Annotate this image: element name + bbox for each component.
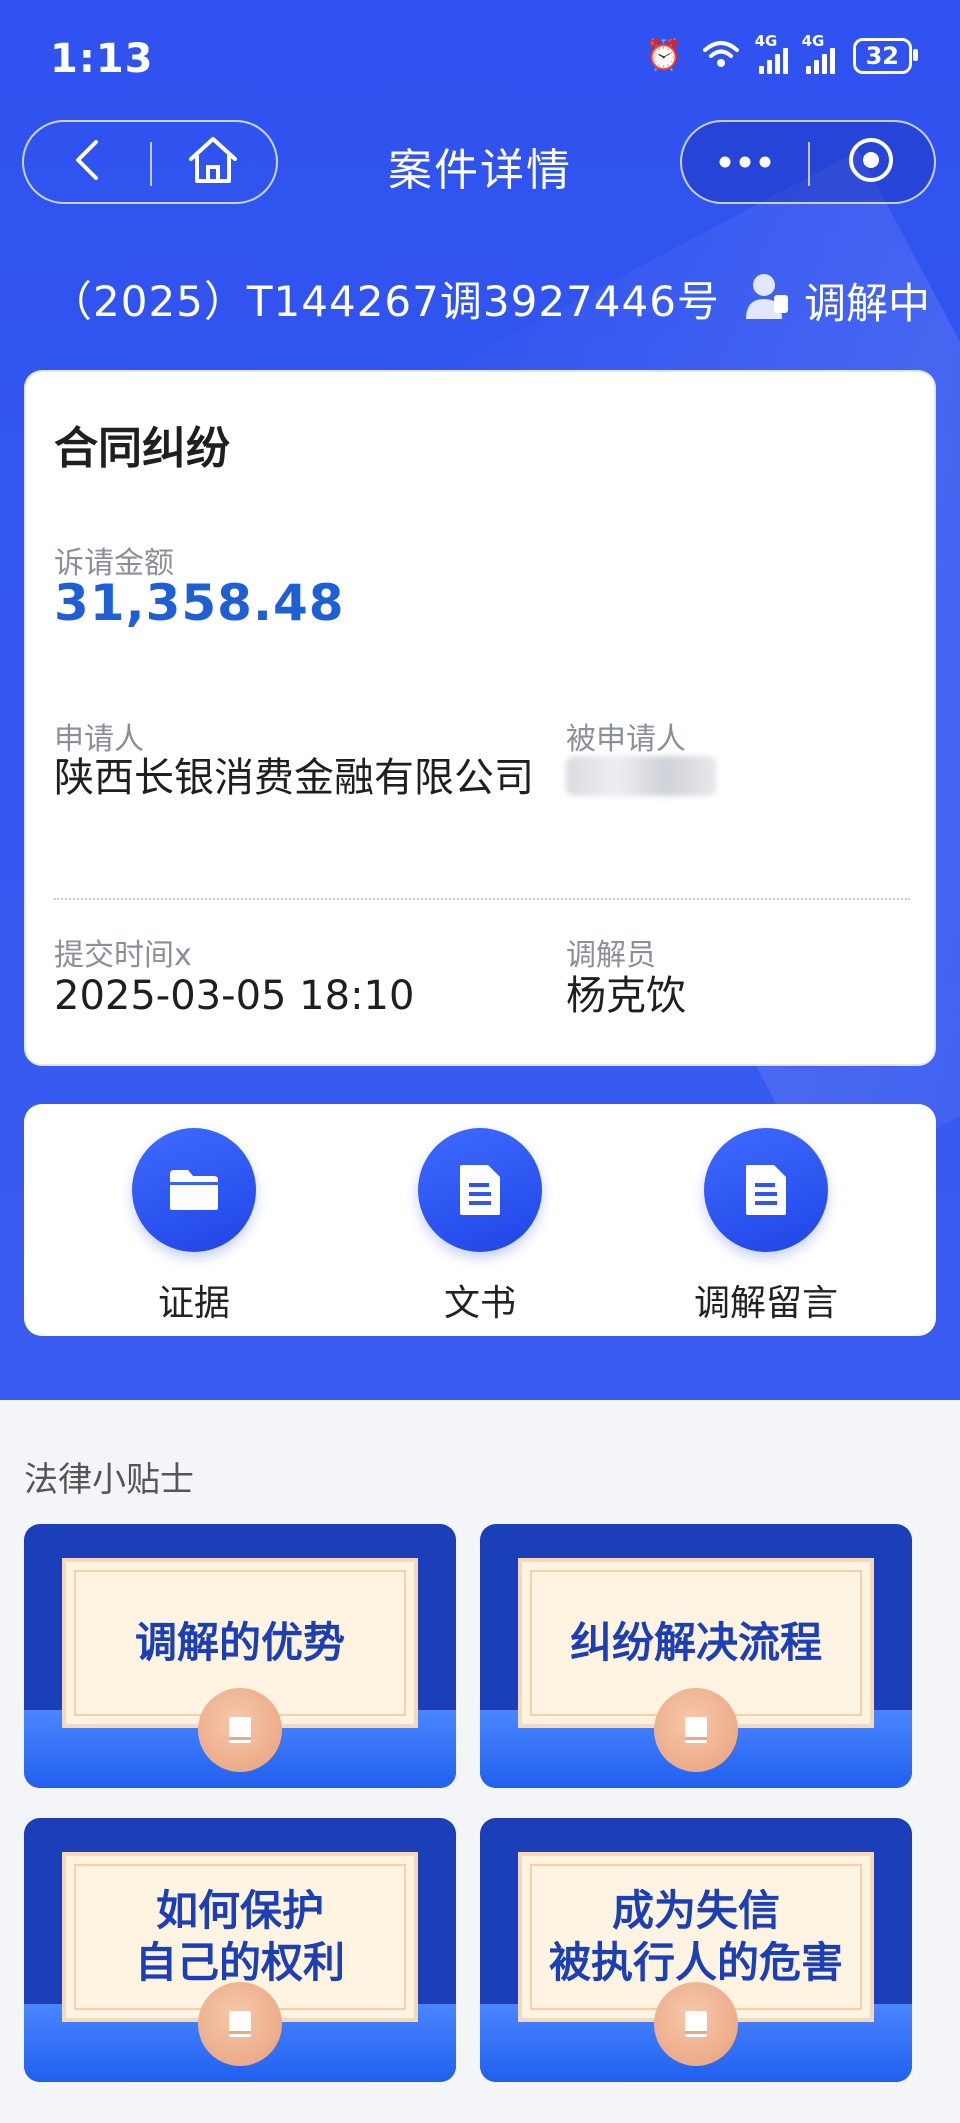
evidence-label: 证据 (157, 1283, 230, 1324)
case-info-card: 合同纠纷 诉请金额 31,358.48 申请人 陕西长银消费金融有限公司 被申请… (24, 370, 936, 1066)
target-icon (847, 136, 895, 188)
mediation-message-label: 调解留言 (693, 1283, 838, 1324)
applicant-value: 陕西长银消费金融有限公司 (54, 755, 534, 801)
wifi-icon (701, 38, 741, 74)
tip-title: 如何保护 自己的权利 (134, 1886, 345, 1987)
claim-amount: 31,358.48 (54, 574, 345, 632)
submit-time-value: 2025-03-05 18:10 (54, 973, 415, 1019)
status-icons: ⏰ 4G 4G 32 (645, 32, 919, 74)
network-type: 4G (754, 32, 778, 50)
documents-label: 文书 (443, 1283, 516, 1324)
respondent-label: 被申请人 (566, 722, 686, 757)
nav-capsule-right (680, 120, 936, 204)
folder-icon (132, 1128, 256, 1252)
nav-bar: 案件详情 (0, 120, 960, 220)
book-icon (654, 1982, 738, 2066)
mediator-value: 杨克饮 (566, 973, 686, 1019)
cellular-signal-icon: 4G (755, 32, 788, 74)
case-category: 合同纠纷 (54, 423, 230, 474)
book-icon (198, 1688, 282, 1772)
tip-card[interactable]: 如何保护 自己的权利 (24, 1818, 456, 2082)
divider (54, 898, 910, 900)
book-icon (198, 1982, 282, 2066)
tips-section-title: 法律小贴士 (24, 1460, 194, 1500)
document-icon (704, 1128, 828, 1252)
user-icon (744, 271, 790, 331)
battery-icon: 32 (852, 38, 919, 74)
action-card: 证据 文书 调解留言 (24, 1104, 936, 1336)
case-status-label: 调解中 (803, 279, 930, 328)
documents-button[interactable]: 文书 (360, 1128, 600, 1326)
battery-level: 32 (865, 42, 899, 70)
status-bar: 1:13 ⏰ 4G 4G 32 (0, 0, 960, 120)
status-time: 1:13 (50, 36, 154, 82)
document-icon (418, 1128, 542, 1252)
close-miniprogram-button[interactable] (808, 122, 934, 202)
submit-time-label: 提交时间x (54, 938, 192, 973)
cellular-signal-icon: 4G (802, 32, 835, 74)
alarm-icon: ⏰ (645, 38, 683, 73)
tip-card[interactable]: 纠纷解决流程 (480, 1524, 912, 1788)
tip-card[interactable]: 成为失信 被执行人的危害 (480, 1818, 912, 2082)
network-type: 4G (801, 32, 825, 50)
more-button[interactable] (682, 122, 808, 202)
case-status: 调解中 (744, 270, 930, 331)
respondent-value-redacted (566, 756, 716, 796)
evidence-button[interactable]: 证据 (74, 1128, 314, 1326)
case-number: （2025）T144267调3927446号 (50, 277, 720, 326)
tip-title: 成为失信 被执行人的危害 (548, 1886, 843, 1987)
more-icon (719, 153, 771, 172)
mediation-message-button[interactable]: 调解留言 (646, 1128, 886, 1326)
tip-card[interactable]: 调解的优势 (24, 1524, 456, 1788)
book-icon (654, 1688, 738, 1772)
tip-title: 纠纷解决流程 (569, 1618, 822, 1667)
tip-title: 调解的优势 (134, 1618, 345, 1667)
mediator-label: 调解员 (566, 938, 656, 973)
